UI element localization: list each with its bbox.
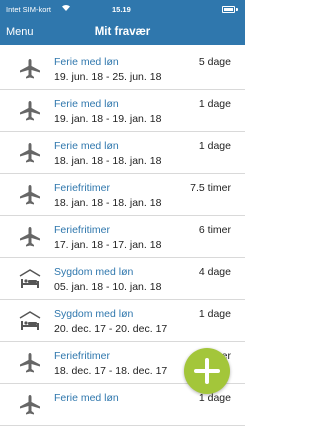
absence-dates: 05. jan. 18 - 10. jan. 18	[54, 281, 162, 293]
absence-amount: 5 dage	[198, 56, 231, 68]
absence-row[interactable]: Ferie med løn 19. jan. 18 - 19. jan. 18 1 …	[0, 90, 245, 132]
airplane-icon	[18, 226, 42, 248]
absence-type: Ferie med løn	[54, 140, 119, 152]
absence-type: Ferie med løn	[54, 56, 119, 68]
airplane-icon	[18, 184, 42, 206]
absence-amount: 6 timer	[198, 224, 231, 236]
sick-bed-icon	[18, 268, 42, 290]
carrier-label: Intet SIM-kort	[6, 5, 52, 14]
airplane-icon	[18, 58, 42, 80]
absence-dates: 18. dec. 17 - 18. dec. 17	[54, 365, 168, 377]
absence-type: Ferie med løn	[54, 98, 119, 110]
absence-type: Sygdom med løn	[54, 308, 134, 320]
airplane-icon	[18, 142, 42, 164]
absence-dates: 17. jan. 18 - 17. jan. 18	[54, 239, 162, 251]
absence-dates: 18. jan. 18 - 18. jan. 18	[54, 197, 162, 209]
absence-dates: 18. jan. 18 - 18. jan. 18	[54, 155, 162, 167]
airplane-icon	[18, 394, 42, 416]
absence-amount: 1 dage	[198, 140, 231, 152]
add-absence-button[interactable]	[184, 348, 230, 394]
absence-dates: 19. jun. 18 - 25. jun. 18	[54, 71, 162, 83]
absence-row[interactable]: Sygdom med løn 20. dec. 17 - 20. dec. 17 1…	[0, 300, 245, 342]
battery-icon	[222, 6, 235, 13]
absence-type: Feriefritimer	[54, 350, 111, 362]
page-title: Mit fravær	[94, 26, 151, 38]
absence-type: Feriefritimer	[54, 182, 111, 194]
absence-amount: 1 dage	[198, 308, 231, 320]
absence-dates: 20. dec. 17 - 20. dec. 17	[54, 323, 168, 335]
status-bar: Intet SIM-kort 15.19	[0, 0, 245, 20]
absence-row[interactable]: Sygdom med løn 05. jan. 18 - 10. jan. 18 4…	[0, 258, 245, 300]
absence-type: Ferie med løn	[54, 392, 119, 404]
absence-amount: 4 dage	[198, 266, 231, 278]
absence-amount: 1 dage	[198, 98, 231, 110]
absence-dates: 19. jan. 18 - 19. jan. 18	[54, 113, 162, 125]
absence-row[interactable]: Feriefritimer 17. jan. 18 - 17. jan. 18 6 …	[0, 216, 245, 258]
absence-row[interactable]: Ferie med løn 19. jun. 18 - 25. jun. 18 5 …	[0, 48, 245, 90]
wifi-icon	[61, 3, 71, 14]
navigation-bar: Menu Mit fravær	[0, 20, 245, 45]
absence-type: Sygdom med løn	[54, 266, 134, 278]
airplane-icon	[18, 352, 42, 374]
clock: 15.19	[112, 5, 131, 14]
airplane-icon	[18, 100, 42, 122]
sick-bed-icon	[18, 310, 42, 332]
absence-row[interactable]: Feriefritimer 18. jan. 18 - 18. jan. 18 7.…	[0, 174, 245, 216]
absence-amount: 7.5 timer	[190, 182, 231, 194]
absence-row[interactable]: Ferie med løn 18. jan. 18 - 18. jan. 18 1 …	[0, 132, 245, 174]
absence-type: Feriefritimer	[54, 224, 111, 236]
